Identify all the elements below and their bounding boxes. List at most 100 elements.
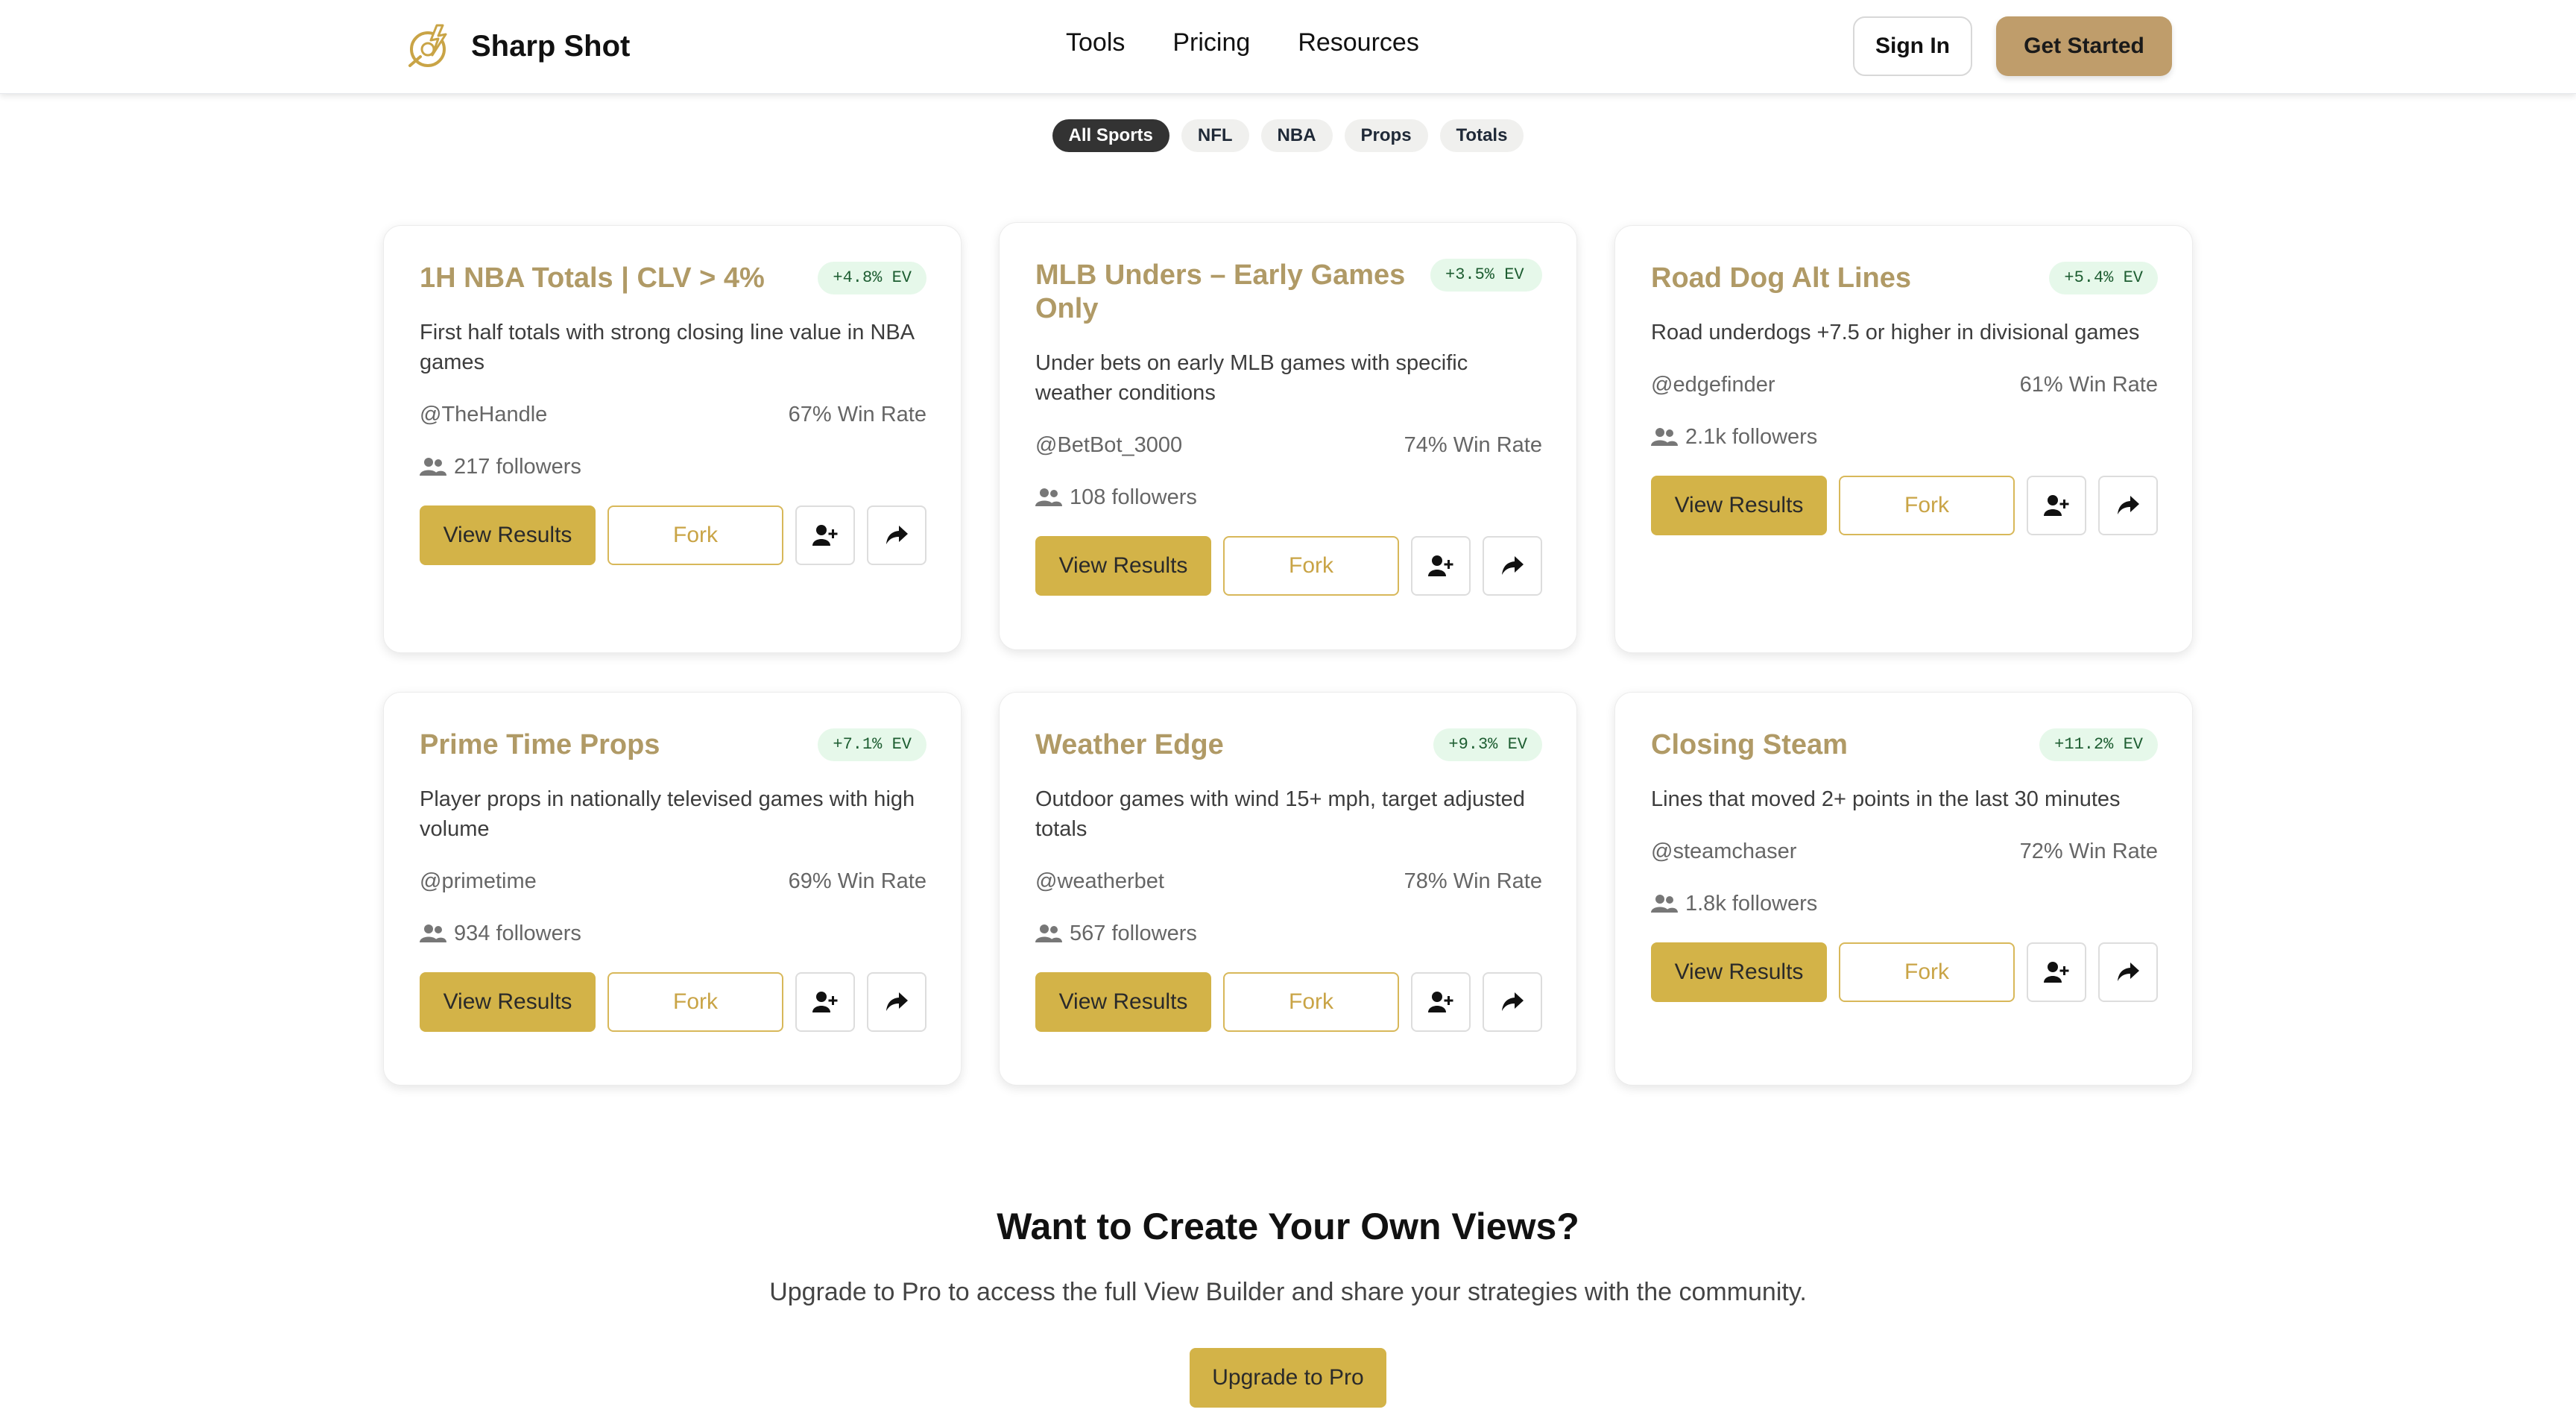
fork-button[interactable]: Fork: [1223, 536, 1399, 596]
card-author[interactable]: @BetBot_3000: [1035, 430, 1182, 460]
user-plus-icon: [1428, 555, 1453, 576]
view-card: MLB Unders – Early Games Only +3.5% EV U…: [999, 222, 1577, 650]
brand-name: Sharp Shot: [471, 29, 631, 63]
view-results-button[interactable]: View Results: [1651, 476, 1827, 535]
card-title[interactable]: Road Dog Alt Lines: [1651, 262, 2039, 295]
view-results-button[interactable]: View Results: [420, 972, 596, 1032]
sport-filter-bar: All Sports NFL NBA Props Totals: [0, 119, 2576, 152]
ev-badge: +7.1% EV: [818, 728, 926, 761]
cta-heading: Want to Create Your Own Views?: [997, 1206, 1579, 1247]
view-results-button[interactable]: View Results: [1035, 972, 1211, 1032]
card-title[interactable]: MLB Unders – Early Games Only: [1035, 259, 1423, 326]
share-arrow-icon: [1502, 992, 1524, 1011]
users-icon: [1035, 924, 1062, 942]
view-card: Closing Steam +11.2% EV Lines that moved…: [1614, 692, 2193, 1086]
share-button[interactable]: [867, 505, 926, 565]
filter-nfl[interactable]: NFL: [1181, 119, 1249, 152]
share-button[interactable]: [2098, 942, 2158, 1002]
share-arrow-icon: [1502, 556, 1524, 575]
nav-resources[interactable]: Resources: [1298, 28, 1419, 57]
fork-button[interactable]: Fork: [607, 972, 783, 1032]
ev-badge: +9.3% EV: [1433, 728, 1542, 761]
card-followers: 934 followers: [454, 922, 581, 945]
card-win-rate: 61% Win Rate: [2019, 373, 2158, 397]
user-plus-icon: [1428, 992, 1453, 1012]
ev-badge: +11.2% EV: [2039, 728, 2158, 761]
user-plus-icon: [2044, 962, 2069, 983]
brand[interactable]: Sharp Shot: [407, 21, 630, 72]
card-followers: 217 followers: [454, 455, 581, 479]
card-win-rate: 72% Win Rate: [2019, 839, 2158, 863]
card-title[interactable]: Closing Steam: [1651, 728, 2039, 762]
get-started-button[interactable]: Get Started: [1996, 16, 2172, 76]
ev-badge: +3.5% EV: [1430, 259, 1542, 292]
card-followers: 2.1k followers: [1685, 425, 1818, 449]
follow-button[interactable]: [795, 505, 855, 565]
upgrade-to-pro-button[interactable]: Upgrade to Pro: [1190, 1348, 1386, 1408]
share-arrow-icon: [886, 526, 908, 544]
follow-button[interactable]: [795, 972, 855, 1032]
sign-in-button[interactable]: Sign In: [1853, 16, 1972, 76]
follow-button[interactable]: [1411, 536, 1471, 596]
cta-subtitle: Upgrade to Pro to access the full View B…: [769, 1278, 1807, 1306]
card-description: Player props in nationally televised gam…: [420, 787, 915, 841]
view-card: 1H NBA Totals | CLV > 4% +4.8% EV First …: [383, 225, 962, 653]
card-win-rate: 74% Win Rate: [1404, 433, 1542, 457]
card-author[interactable]: @weatherbet: [1035, 866, 1164, 896]
share-button[interactable]: [1483, 536, 1542, 596]
top-nav-bar: Sharp Shot Tools Pricing Resources Sign …: [0, 0, 2576, 94]
users-icon: [420, 458, 446, 476]
share-arrow-icon: [886, 992, 908, 1011]
share-arrow-icon: [2118, 496, 2139, 514]
filter-nba[interactable]: NBA: [1260, 119, 1333, 152]
follow-button[interactable]: [2027, 942, 2086, 1002]
card-title[interactable]: Prime Time Props: [420, 728, 807, 762]
share-button[interactable]: [2098, 476, 2158, 535]
fork-button[interactable]: Fork: [1839, 476, 2015, 535]
view-results-button[interactable]: View Results: [1035, 536, 1211, 596]
ev-badge: +4.8% EV: [818, 262, 926, 294]
card-title[interactable]: Weather Edge: [1035, 728, 1423, 762]
user-plus-icon: [812, 525, 838, 546]
view-results-button[interactable]: View Results: [420, 505, 596, 565]
card-description: Road underdogs +7.5 or higher in divisio…: [1651, 321, 2140, 344]
card-title[interactable]: 1H NBA Totals | CLV > 4%: [420, 262, 807, 295]
card-description: Outdoor games with wind 15+ mph, target …: [1035, 787, 1525, 841]
main-nav: Tools Pricing Resources: [1066, 28, 1419, 57]
users-icon: [1651, 895, 1678, 913]
card-win-rate: 78% Win Rate: [1404, 869, 1542, 893]
filter-all-sports[interactable]: All Sports: [1052, 119, 1169, 152]
filter-props[interactable]: Props: [1344, 119, 1428, 152]
share-button[interactable]: [867, 972, 926, 1032]
view-results-button[interactable]: View Results: [1651, 942, 1827, 1002]
card-author[interactable]: @edgefinder: [1651, 370, 1775, 400]
share-arrow-icon: [2118, 963, 2139, 981]
card-author[interactable]: @steamchaser: [1651, 837, 1796, 866]
view-card: Prime Time Props +7.1% EV Player props i…: [383, 692, 962, 1086]
follow-button[interactable]: [1411, 972, 1471, 1032]
brand-logo-icon: [408, 24, 447, 67]
card-win-rate: 67% Win Rate: [788, 403, 926, 426]
fork-button[interactable]: Fork: [607, 505, 783, 565]
filter-totals[interactable]: Totals: [1439, 119, 1524, 152]
users-icon: [420, 924, 446, 942]
fork-button[interactable]: Fork: [1839, 942, 2015, 1002]
card-description: First half totals with strong closing li…: [420, 321, 914, 374]
follow-button[interactable]: [2027, 476, 2086, 535]
card-followers: 108 followers: [1070, 485, 1197, 509]
card-description: Lines that moved 2+ points in the last 3…: [1651, 787, 2121, 811]
nav-tools[interactable]: Tools: [1066, 28, 1125, 57]
card-followers: 1.8k followers: [1685, 892, 1818, 916]
view-card: Weather Edge +9.3% EV Outdoor games with…: [999, 692, 1577, 1086]
card-win-rate: 69% Win Rate: [788, 869, 926, 893]
share-button[interactable]: [1483, 972, 1542, 1032]
nav-pricing[interactable]: Pricing: [1172, 28, 1250, 57]
card-author[interactable]: @primetime: [420, 866, 537, 896]
view-card: Road Dog Alt Lines +5.4% EV Road underdo…: [1614, 225, 2193, 653]
fork-button[interactable]: Fork: [1223, 972, 1399, 1032]
ev-badge: +5.4% EV: [2049, 262, 2158, 294]
card-author[interactable]: @TheHandle: [420, 400, 547, 429]
users-icon: [1035, 488, 1062, 506]
user-plus-icon: [812, 992, 838, 1012]
card-followers: 567 followers: [1070, 922, 1197, 945]
